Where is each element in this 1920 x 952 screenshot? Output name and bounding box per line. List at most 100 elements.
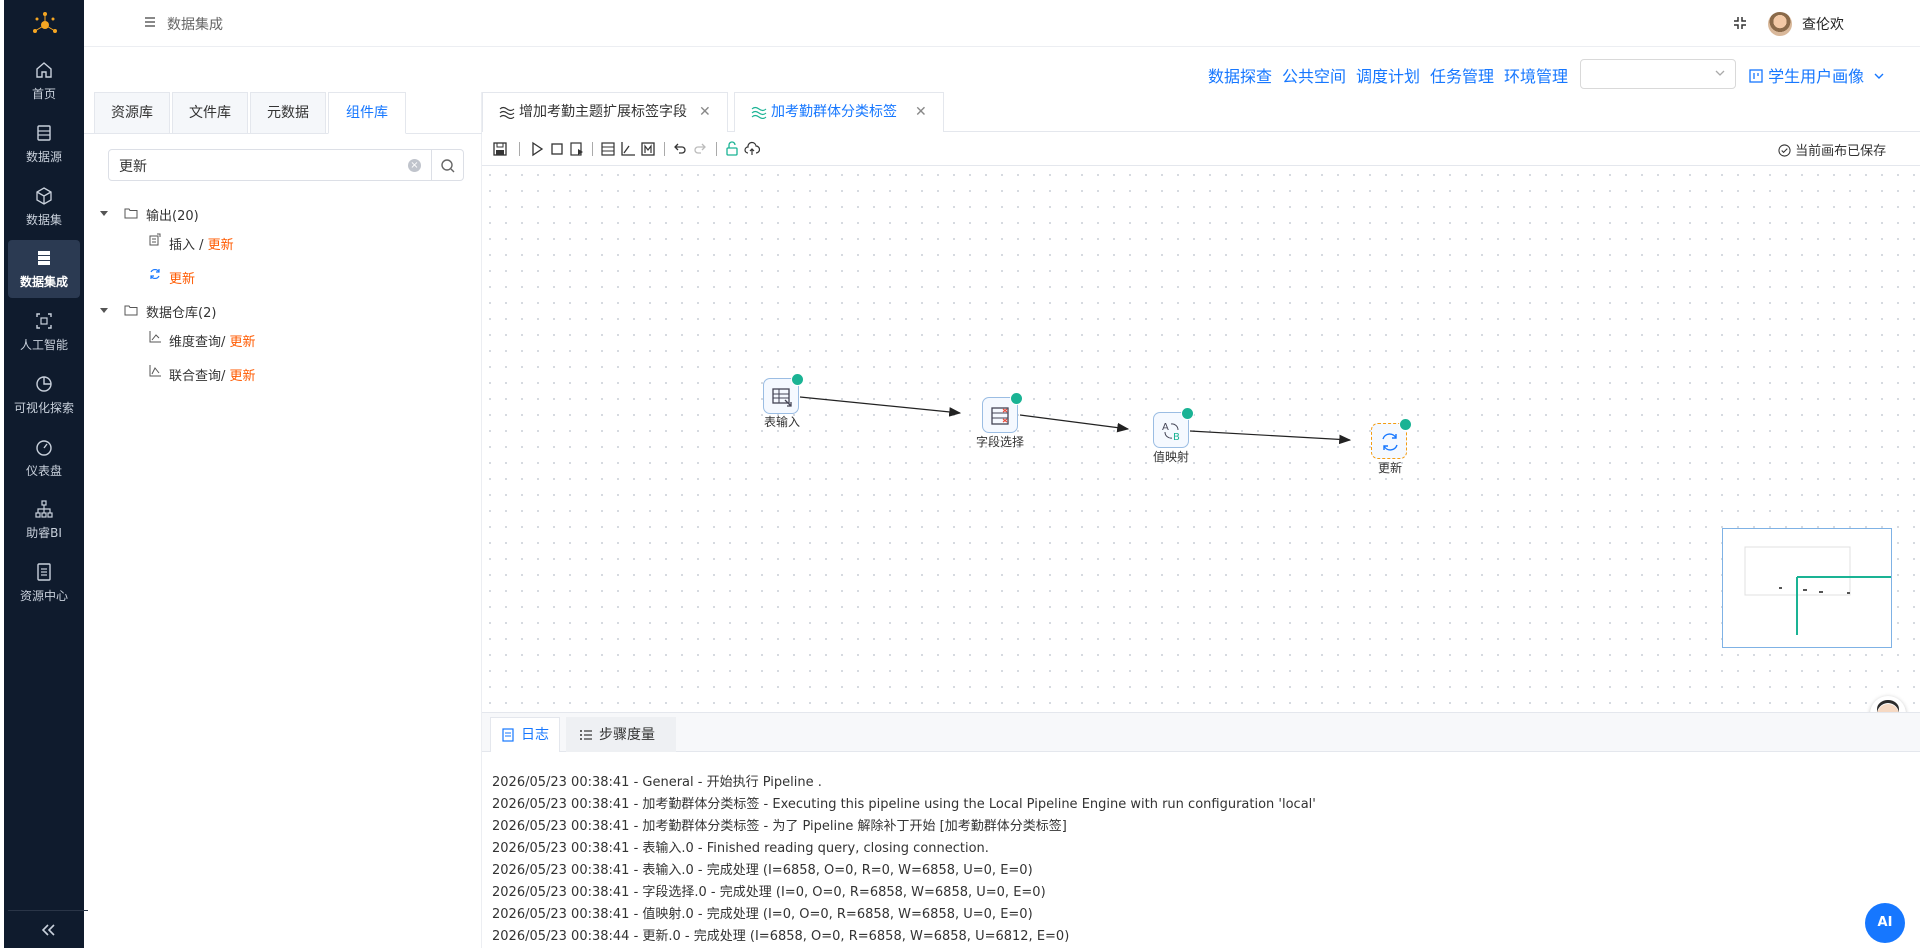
upload-cloud-icon[interactable] (744, 141, 760, 157)
link-schedule[interactable]: 调度计划 (1356, 63, 1420, 87)
header: 数据集成 查伦欢 (84, 0, 1920, 47)
metrics-icon[interactable] (640, 141, 656, 157)
tree-group-output[interactable]: 输出(20) (100, 205, 300, 225)
clear-icon[interactable]: × (408, 159, 421, 172)
chevron-down-icon (1715, 70, 1725, 76)
search-match: 更新 (229, 335, 256, 350)
preview-icon[interactable] (569, 141, 585, 157)
table-input-icon (772, 388, 792, 407)
nav-item-label: 人工智能 (19, 338, 68, 352)
node-label: 字段选择 (976, 435, 1025, 449)
environment-select[interactable] (1580, 59, 1736, 89)
check-circle-icon (1778, 144, 1791, 157)
tree-item-prefix: 维度查询/ (169, 335, 230, 350)
save-status: 当前画布已保存 (1778, 140, 1886, 159)
close-icon[interactable]: ✕ (915, 93, 927, 131)
group-name: 输出 (146, 209, 173, 224)
group-name: 数据仓库 (146, 306, 199, 321)
component-search[interactable]: × (108, 149, 432, 181)
node-table-input[interactable] (763, 373, 804, 414)
folder-icon (124, 208, 138, 219)
nav-item-home[interactable]: 首页 (8, 52, 80, 110)
node-value-mapping[interactable]: AB (1153, 407, 1194, 448)
project-icon (1749, 69, 1763, 83)
log-output: 2026/05/23 00:38:41 - General - 开始执行 Pip… (482, 752, 1920, 948)
link-data-explore[interactable]: 数据探查 (1208, 63, 1272, 87)
nav-item-resource-center[interactable]: 资源中心 (8, 554, 80, 612)
tab-resource-library[interactable]: 资源库 (94, 92, 170, 134)
tab-log[interactable]: 日志 (490, 717, 560, 753)
refresh-icon (1382, 433, 1398, 451)
grid-layout-icon[interactable] (600, 141, 616, 157)
tree-item-dimension-lookup[interactable]: 维度查询/ 更新 (148, 330, 298, 350)
svg-text:B: B (1173, 432, 1180, 443)
unlock-icon[interactable] (724, 141, 740, 157)
log-line: 2026/05/23 00:38:44 - 更新.0 - 完成处理 (I=685… (492, 929, 1070, 944)
nav-item-dashboard[interactable]: 仪表盘 (8, 429, 80, 487)
gauge-icon (36, 440, 52, 456)
tree-item-update[interactable]: 更新 (148, 267, 298, 287)
tab-metadata[interactable]: 元数据 (250, 92, 326, 134)
editor-tab-attendance-extension[interactable]: 增加考勤主题扩展标签字段 ✕ (482, 92, 728, 132)
hop-arrow[interactable] (1019, 414, 1130, 433)
page-title: 数据集成 (167, 17, 223, 33)
avatar[interactable] (1768, 12, 1792, 36)
project-selector[interactable]: 学生用户画像 (1749, 63, 1885, 87)
hop-arrow[interactable] (799, 396, 962, 417)
caret-down-icon (100, 308, 108, 313)
node-update[interactable] (1371, 418, 1412, 459)
tab-component-library[interactable]: 组件库 (328, 92, 406, 134)
dimension-lookup-icon (149, 331, 161, 343)
search-button[interactable] (432, 149, 464, 181)
node-field-select[interactable] (982, 392, 1023, 433)
pipeline-icon (751, 106, 767, 119)
tree-group-data-warehouse[interactable]: 数据仓库(2) (100, 302, 300, 322)
tab-file-library[interactable]: 文件库 (172, 92, 248, 134)
stop-icon[interactable] (549, 141, 565, 157)
nav-item-dataset[interactable]: 数据集 (8, 178, 80, 236)
chart-icon[interactable] (620, 141, 636, 157)
link-env-management[interactable]: 环境管理 (1504, 63, 1568, 87)
ai-icon (36, 313, 52, 329)
nav-item-ai[interactable]: 人工智能 (8, 303, 80, 361)
left-nav: 首页 数据源 数据集 数据集成 人工智能 可视化探索 仪表盘 助睿BI 资源中心 (4, 0, 88, 948)
tree-item-insert-update[interactable]: 插入 / 更新 (148, 233, 298, 253)
node-label: 表输入 (764, 415, 801, 429)
success-check-icon (791, 373, 804, 386)
tab-step-metrics[interactable]: 步骤度量 (566, 717, 676, 753)
log-line: 2026/05/23 00:38:41 - 字段选择.0 - 完成处理 (I=0… (492, 885, 1046, 900)
nav-item-visual-explore[interactable]: 可视化探索 (8, 366, 80, 424)
username[interactable]: 查伦欢 (1802, 14, 1844, 34)
canvas-minimap[interactable] (1722, 528, 1892, 648)
collapse-nav-button[interactable] (8, 910, 88, 948)
search-match: 更新 (169, 272, 196, 287)
run-icon[interactable] (529, 141, 545, 157)
menu-icon[interactable] (144, 16, 156, 28)
fullscreen-icon[interactable] (1732, 15, 1748, 31)
pie-chart-icon (36, 376, 52, 392)
editor-tabs: 增加考勤主题扩展标签字段 ✕ 加考勤群体分类标签 ✕ (482, 92, 1920, 132)
nav-item-bi[interactable]: 助睿BI (8, 491, 80, 549)
nav-item-datasource[interactable]: 数据源 (8, 115, 80, 173)
node-label: 值映射 (1153, 450, 1190, 464)
editor-tab-attendance-group[interactable]: 加考勤群体分类标签 ✕ (734, 92, 944, 132)
pipeline-canvas[interactable]: 表输入 字段选择 AB 值映射 更新 (482, 167, 1920, 712)
link-public-space[interactable]: 公共空间 (1282, 63, 1346, 87)
document-icon (502, 728, 514, 742)
nav-item-data-integration[interactable]: 数据集成 (8, 240, 80, 298)
hop-arrow[interactable] (1189, 430, 1352, 445)
redo-icon[interactable] (692, 141, 708, 157)
tab-step-metrics-label: 步骤度量 (599, 727, 655, 743)
toolbar-separator (664, 142, 665, 156)
save-icon[interactable] (492, 141, 508, 157)
chevron-down-icon (1874, 73, 1884, 79)
close-icon[interactable]: ✕ (699, 93, 711, 131)
nav-item-label: 数据集成 (19, 275, 68, 289)
toolbar-separator (519, 142, 520, 156)
undo-icon[interactable] (672, 141, 688, 157)
link-task-management[interactable]: 任务管理 (1430, 63, 1494, 87)
insert-update-icon (149, 233, 161, 246)
tree-item-combination-lookup[interactable]: 联合查询/ 更新 (148, 364, 298, 384)
ai-assistant-button[interactable]: AI (1865, 903, 1905, 943)
search-input[interactable] (119, 156, 399, 176)
